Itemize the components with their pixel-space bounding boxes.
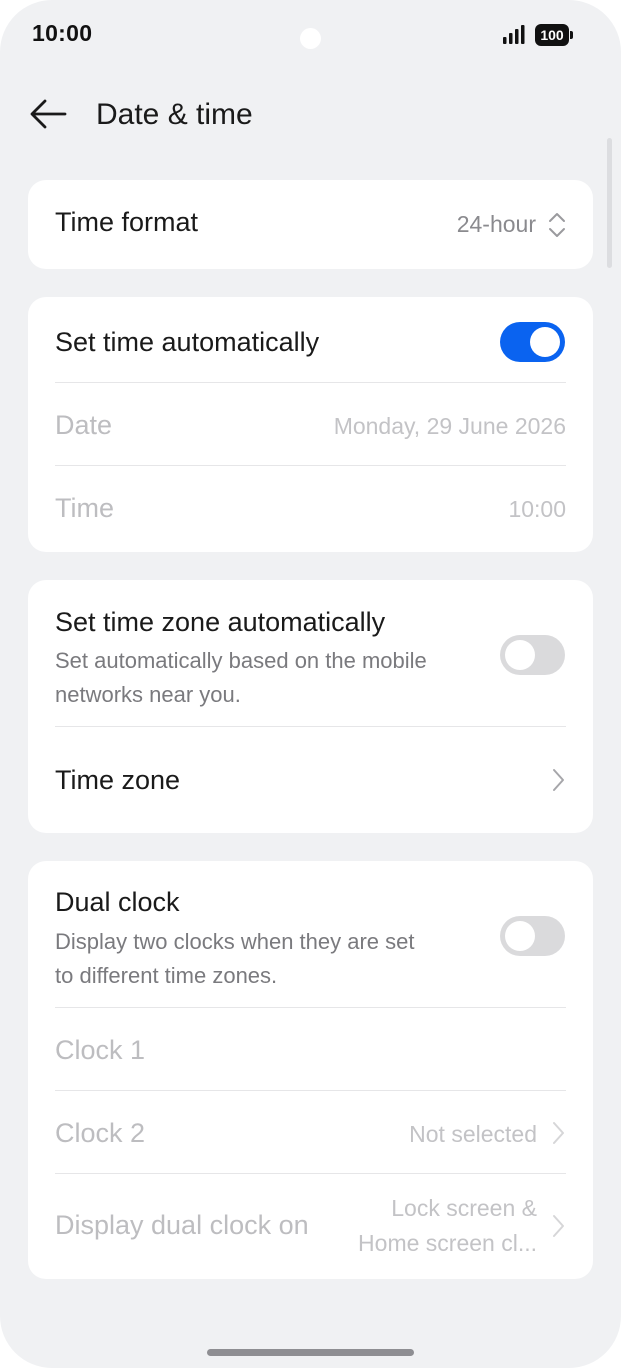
display-dual-clock-value-2: Home screen cl... xyxy=(358,1230,537,1256)
chevron-right-icon xyxy=(553,769,564,791)
display-dual-clock-row: Display dual clock on Lock screen & Home… xyxy=(28,1174,593,1279)
date-row: Date Monday, 29 June 2026 xyxy=(28,383,593,466)
status-bar: 10:00 100 xyxy=(0,0,621,70)
time-label: Time xyxy=(55,493,114,523)
auto-timezone-row[interactable]: Set time zone automatically Set automati… xyxy=(28,580,593,727)
clock2-value: Not selected xyxy=(409,1121,537,1147)
status-time: 10:00 xyxy=(32,20,93,46)
back-button[interactable] xyxy=(20,88,76,140)
auto-time-row[interactable]: Set time automatically xyxy=(28,297,593,383)
time-format-row[interactable]: Time format 24-hour xyxy=(28,180,593,269)
auto-time-card: Set time automatically Date Monday, 29 J… xyxy=(28,297,593,552)
timezone-row[interactable]: Time zone xyxy=(28,727,593,833)
auto-time-label: Set time automatically xyxy=(55,327,320,357)
timezone-label: Time zone xyxy=(55,765,181,795)
auto-timezone-description-2: networks near you. xyxy=(55,682,241,707)
back-arrow-icon xyxy=(30,99,67,129)
battery-icon: 100 xyxy=(535,24,575,46)
auto-timezone-description-1: Set automatically based on the mobile xyxy=(55,648,427,673)
dual-clock-row[interactable]: Dual clock Display two clocks when they … xyxy=(28,861,593,1008)
date-label: Date xyxy=(55,410,113,440)
display-dual-clock-value-1: Lock screen & xyxy=(391,1195,537,1221)
screen: 10:00 100 Date & time Time format 24-hou… xyxy=(0,0,621,1368)
clock1-row: Clock 1 xyxy=(28,1008,593,1091)
scroll-indicator[interactable] xyxy=(607,138,612,268)
time-format-card: Time format 24-hour xyxy=(28,180,593,269)
clock2-label: Clock 2 xyxy=(55,1118,146,1148)
display-dual-clock-label: Display dual clock on xyxy=(55,1210,309,1240)
auto-time-toggle[interactable] xyxy=(500,322,565,362)
date-value: Monday, 29 June 2026 xyxy=(333,413,566,439)
battery-level: 100 xyxy=(540,27,564,43)
dual-clock-description-1: Display two clocks when they are set xyxy=(55,929,415,954)
time-format-value[interactable]: 24-hour xyxy=(457,211,536,238)
home-indicator[interactable] xyxy=(207,1349,414,1356)
timezone-card: Set time zone automatically Set automati… xyxy=(28,580,593,833)
auto-timezone-toggle[interactable] xyxy=(500,635,565,675)
dual-clock-description-2: to different time zones. xyxy=(55,963,278,988)
signal-icon xyxy=(503,25,525,44)
time-format-label: Time format xyxy=(55,207,199,237)
auto-timezone-label: Set time zone automatically xyxy=(55,607,386,637)
dual-clock-label: Dual clock xyxy=(55,887,180,917)
chevron-right-icon xyxy=(553,1215,564,1237)
clock2-row: Clock 2 Not selected xyxy=(28,1091,593,1174)
time-row: Time 10:00 xyxy=(28,466,593,552)
camera-cutout xyxy=(300,28,321,49)
page-title: Date & time xyxy=(96,98,253,131)
updown-chevron-icon xyxy=(549,213,565,237)
dual-clock-toggle[interactable] xyxy=(500,916,565,956)
dual-clock-card: Dual clock Display two clocks when they … xyxy=(28,861,593,1279)
clock1-label: Clock 1 xyxy=(55,1035,146,1065)
time-value: 10:00 xyxy=(508,496,566,522)
chevron-right-icon xyxy=(553,1122,564,1144)
